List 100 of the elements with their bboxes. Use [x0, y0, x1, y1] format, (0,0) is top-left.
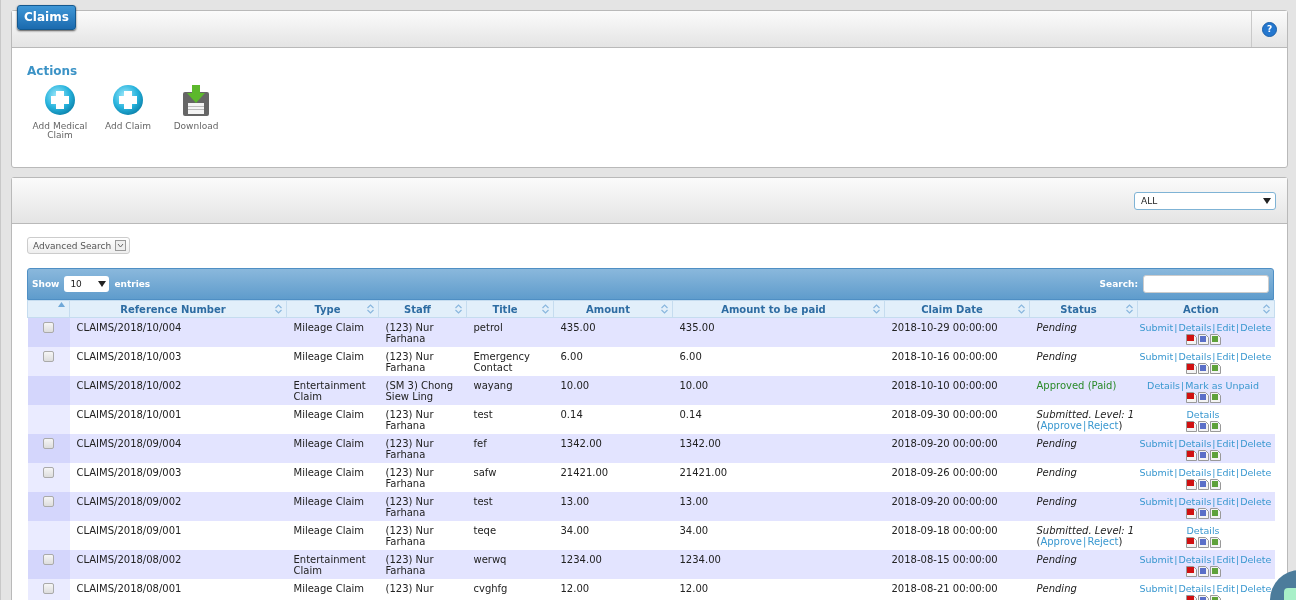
link[interactable]: Details [1147, 380, 1180, 391]
column-header[interactable]: Action [1137, 300, 1275, 318]
word-document-icon[interactable] [1197, 450, 1209, 461]
spreadsheet-icon[interactable] [1209, 566, 1221, 577]
status-text: Pending [1036, 438, 1078, 449]
link[interactable]: Details [1178, 322, 1212, 333]
link[interactable]: Delete [1240, 351, 1272, 362]
checkbox[interactable] [43, 496, 54, 507]
link[interactable]: Submit [1139, 496, 1174, 507]
pdf-icon[interactable] [1185, 479, 1197, 490]
link[interactable]: Details [1178, 496, 1212, 507]
link[interactable]: Delete [1240, 438, 1272, 449]
pdf-icon[interactable] [1185, 450, 1197, 461]
link[interactable]: Edit [1216, 467, 1235, 478]
link[interactable]: Submit [1139, 467, 1174, 478]
spreadsheet-icon[interactable] [1209, 450, 1221, 461]
link[interactable]: Delete [1240, 467, 1272, 478]
show-label: Show [32, 279, 60, 289]
word-document-icon[interactable] [1197, 479, 1209, 490]
column-header[interactable]: Amount to be paid [672, 300, 885, 318]
link[interactable]: Edit [1216, 496, 1235, 507]
word-document-icon[interactable] [1197, 334, 1209, 345]
link[interactable]: Edit [1216, 322, 1235, 333]
link[interactable]: Details [1178, 554, 1212, 565]
column-header[interactable]: Title [466, 300, 554, 318]
action-button[interactable]: Add Medical Claim [31, 84, 89, 140]
table-cell: 10.00 [672, 376, 885, 405]
link[interactable]: Details [1178, 583, 1212, 594]
pdf-icon[interactable] [1185, 566, 1197, 577]
pdf-icon[interactable] [1185, 334, 1197, 345]
column-header[interactable]: Amount [553, 300, 673, 318]
word-document-icon[interactable] [1197, 566, 1209, 577]
link[interactable]: Submit [1139, 438, 1174, 449]
link[interactable]: Delete [1240, 583, 1272, 594]
spreadsheet-icon[interactable] [1209, 537, 1221, 548]
page-tab[interactable]: Claims [17, 5, 76, 30]
link[interactable]: Submit [1139, 351, 1174, 362]
help-button[interactable]: ? [1262, 21, 1277, 37]
spreadsheet-icon[interactable] [1209, 392, 1221, 403]
link[interactable]: Delete [1240, 496, 1272, 507]
word-document-icon[interactable] [1197, 537, 1209, 548]
link[interactable]: Approve [1040, 420, 1083, 431]
page-size-dropdown[interactable]: 10 [64, 276, 110, 292]
pdf-icon[interactable] [1185, 508, 1197, 519]
link[interactable]: Details [1178, 351, 1212, 362]
word-document-icon[interactable] [1197, 363, 1209, 374]
table-cell: Entertainment Claim [286, 376, 379, 405]
link[interactable]: Details [1178, 438, 1212, 449]
filter-dropdown[interactable]: ALL [1134, 191, 1276, 210]
word-document-icon[interactable] [1197, 392, 1209, 403]
link[interactable]: Mark as Unpaid [1185, 380, 1259, 391]
word-document-icon[interactable] [1197, 421, 1209, 432]
link[interactable]: Edit [1216, 583, 1235, 594]
link-separator: | [1211, 554, 1217, 565]
link[interactable]: Edit [1216, 554, 1235, 565]
column-header[interactable]: Staff [378, 300, 467, 318]
spreadsheet-icon[interactable] [1209, 363, 1221, 374]
spreadsheet-icon[interactable] [1209, 508, 1221, 519]
column-header[interactable]: Claim Date [884, 300, 1030, 318]
spreadsheet-icon[interactable] [1209, 479, 1221, 490]
column-header[interactable]: Status [1029, 300, 1138, 318]
link[interactable]: Details [1178, 467, 1212, 478]
link-separator: | [1235, 583, 1241, 594]
link[interactable]: Edit [1216, 351, 1235, 362]
link[interactable]: Submit [1139, 583, 1174, 594]
column-header[interactable]: Reference Number [69, 300, 287, 318]
action-button[interactable]: Download [167, 84, 225, 140]
table-cell: 0.14 [672, 405, 885, 434]
link[interactable]: Approve [1040, 536, 1083, 547]
pdf-icon[interactable] [1185, 421, 1197, 432]
checkbox[interactable] [43, 554, 54, 565]
link[interactable]: Edit [1216, 438, 1235, 449]
spreadsheet-icon[interactable] [1209, 421, 1221, 432]
pdf-icon[interactable] [1185, 537, 1197, 548]
pdf-icon[interactable] [1185, 363, 1197, 374]
action-button[interactable]: Add Claim [99, 84, 157, 140]
table-cell: (123) Nur Farhana [378, 317, 467, 347]
link[interactable]: Delete [1240, 554, 1272, 565]
link[interactable]: Submit [1139, 322, 1174, 333]
advanced-search-button[interactable]: Advanced Search [27, 237, 131, 254]
column-header[interactable]: Type [286, 300, 379, 318]
link[interactable]: Details [1186, 409, 1220, 420]
table-cell: 1234.00 [672, 550, 885, 579]
table-cell: 34.00 [672, 521, 885, 550]
checkbox[interactable] [43, 322, 54, 333]
search-field[interactable] [1143, 275, 1269, 293]
table-cell: 13.00 [672, 492, 885, 521]
link[interactable]: Submit [1139, 554, 1174, 565]
word-document-icon[interactable] [1197, 508, 1209, 519]
link[interactable]: Reject [1087, 536, 1119, 547]
pdf-icon[interactable] [1185, 392, 1197, 403]
checkbox[interactable] [43, 467, 54, 478]
link[interactable]: Reject [1087, 420, 1119, 431]
plus-icon [43, 84, 77, 118]
spreadsheet-icon[interactable] [1209, 334, 1221, 345]
checkbox[interactable] [43, 438, 54, 449]
checkbox[interactable] [43, 351, 54, 362]
link[interactable]: Details [1186, 525, 1220, 536]
link[interactable]: Delete [1240, 322, 1272, 333]
checkbox[interactable] [43, 583, 54, 594]
